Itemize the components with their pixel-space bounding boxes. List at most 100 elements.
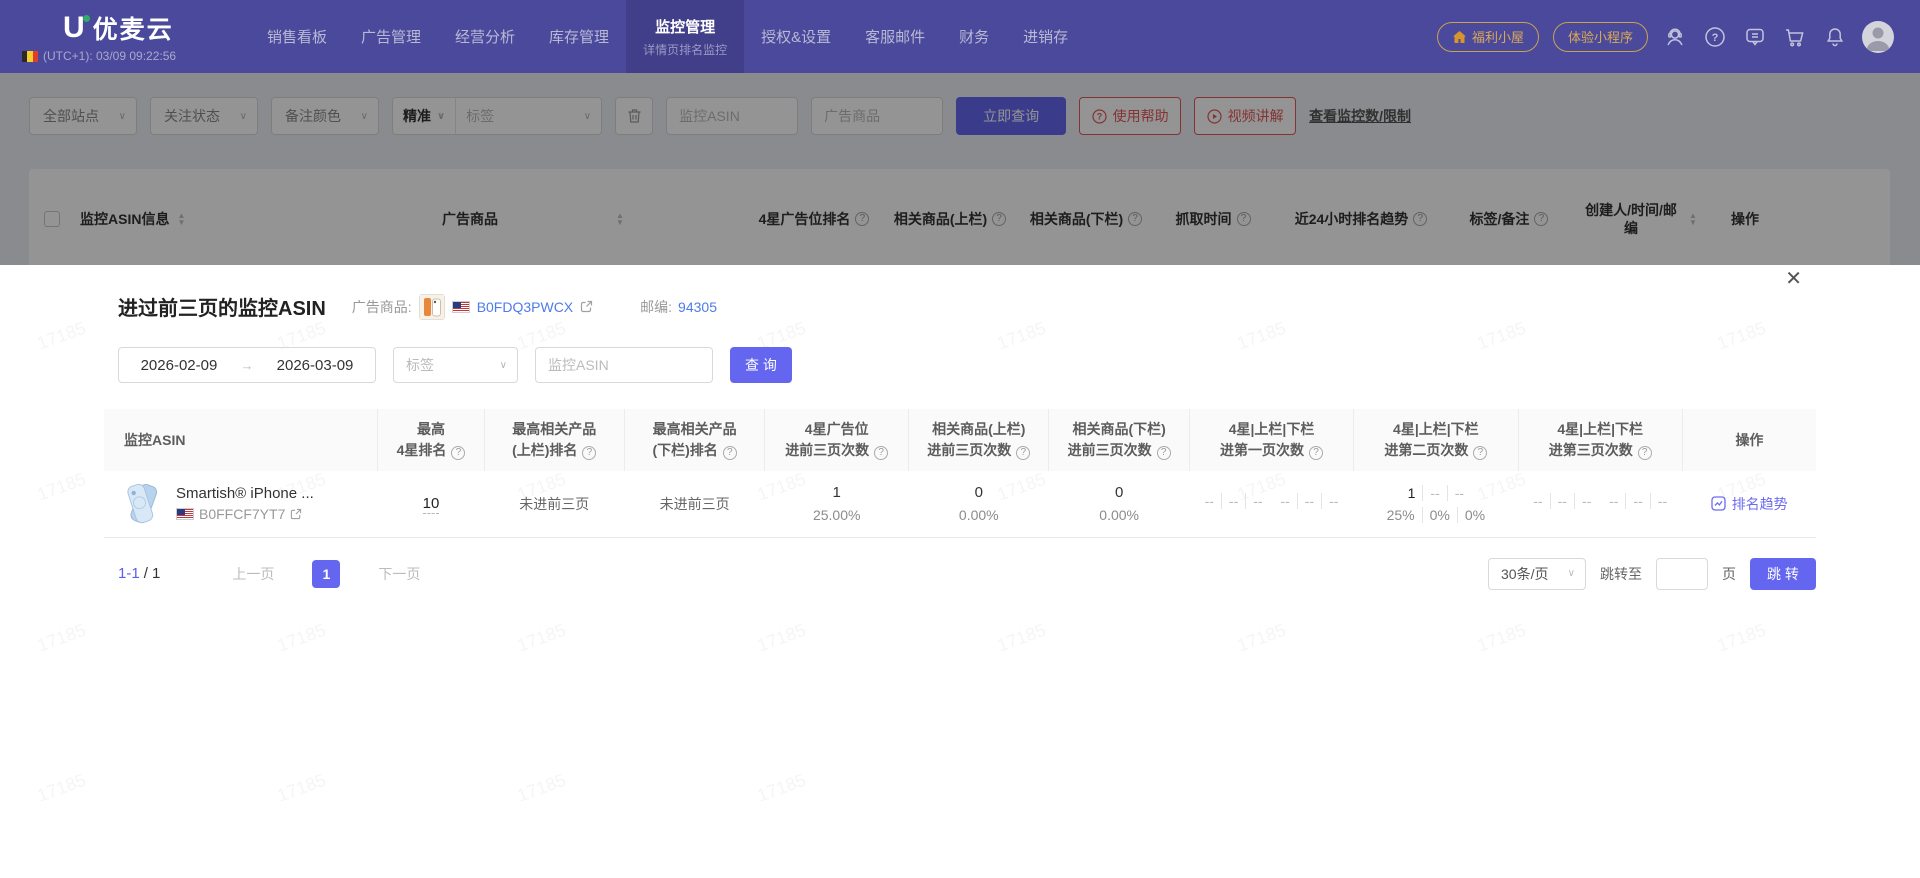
nav-right-tools: 福利小屋 体验小程序 ?	[1436, 0, 1920, 73]
col-lower-top3-count: 相关商品(下栏) 进前三页次数?	[1048, 409, 1190, 471]
nav-item-monitoring-subtitle: 详情页排名监控	[643, 42, 728, 57]
user-avatar[interactable]	[1862, 20, 1894, 53]
prev-page-button[interactable]: 上一页	[232, 564, 274, 584]
nav-item-monitoring[interactable]: 监控管理 详情页排名监控	[626, 0, 745, 73]
modal-title: 进过前三页的监控ASIN	[118, 298, 326, 320]
monitor-asin-modal: 17185 17185 17185 17185 17185 17185 17185 17185…	[0, 265, 1920, 878]
best-lower-rank-value: 未进前三页	[624, 471, 765, 538]
us-flag-icon	[176, 508, 194, 521]
nav-item-customer-email[interactable]: 客服邮件	[848, 0, 942, 73]
modal-query-button[interactable]: 查 询	[730, 347, 792, 383]
col-upper-top3-count: 相关商品(上栏) 进前三页次数?	[908, 409, 1049, 471]
help-icon[interactable]: ?	[582, 445, 597, 460]
modal-table-header: 监控ASIN 最高 4星排名? 最高相关产品 (上栏)排名? 最高相关产品 (下栏)排…	[104, 409, 1816, 471]
best-star4-rank-value[interactable]: 10	[422, 495, 440, 515]
trend-chart-icon	[1711, 496, 1726, 511]
table-row: Smartish® iPhone ... B0FFCF7YT7 10 未进前三页	[104, 471, 1816, 538]
page-content: 全部站点 ∨ 关注状态 ∨ 备注颜色 ∨ 精准 ∨ 标签 ∨ 监控ASIN 广告商品 立即…	[0, 73, 1920, 878]
chevron-down-icon: ∨	[1567, 568, 1575, 579]
col-operation: 操作	[1681, 409, 1816, 471]
nav-item-sales-dashboard[interactable]: 销售看板	[250, 0, 344, 73]
pagination-right: 30条/页 ∨ 跳转至 页 跳 转	[1488, 557, 1816, 590]
main-menu: 销售看板 广告管理 经营分析 库存管理 监控管理 详情页排名监控 授权&设置 客…	[250, 0, 1085, 73]
lower-top3-cell: 0 0.00%	[1048, 471, 1190, 538]
miniapp-button[interactable]: 体验小程序	[1552, 21, 1648, 52]
col-monitor-asin: 监控ASIN	[104, 409, 378, 471]
jump-to-label: 跳转至	[1600, 565, 1642, 582]
pagination-range: 1-1/ 1	[118, 565, 161, 582]
modal-asin-input[interactable]: 监控ASIN	[535, 347, 713, 383]
nav-item-ad-management[interactable]: 广告管理	[344, 0, 438, 73]
page2-count-cell: 1 -- -- 25% 0% 0%	[1353, 471, 1519, 538]
notification-bell-icon[interactable]	[1822, 24, 1848, 50]
house-icon	[1452, 30, 1466, 43]
page3-count-cell: -- -- -- -- -- --	[1518, 471, 1683, 538]
best-upper-rank-value: 未进前三页	[484, 471, 625, 538]
product-title[interactable]: Smartish® iPhone ...	[176, 485, 314, 502]
external-link-icon[interactable]	[290, 508, 302, 520]
product-cell: Smartish® iPhone ... B0FFCF7YT7	[118, 480, 378, 528]
close-icon[interactable]: ✕	[1785, 269, 1802, 289]
product-asin[interactable]: B0FFCF7YT7	[199, 506, 285, 522]
zip-group: 邮编: 94305	[640, 297, 717, 317]
nav-item-finance[interactable]: 财务	[942, 0, 1006, 73]
welfare-house-button[interactable]: 福利小屋	[1436, 21, 1539, 52]
monitor-asin-table: 监控ASIN 最高 4星排名? 最高相关产品 (上栏)排名? 最高相关产品 (下栏)排…	[104, 409, 1816, 538]
external-link-icon[interactable]	[580, 300, 593, 313]
zip-label: 邮编:	[640, 298, 673, 315]
date-range-picker[interactable]: 2026-02-09 → 2026-03-09	[118, 347, 376, 383]
help-question-icon[interactable]: ?	[1702, 24, 1728, 50]
page1-count-cell: -- -- -- -- -- --	[1189, 471, 1354, 538]
nav-item-purchase-sale-stock[interactable]: 进销存	[1006, 0, 1085, 73]
rank-trend-link[interactable]: 排名趋势	[1711, 494, 1788, 514]
help-icon[interactable]: ?	[1156, 445, 1171, 460]
nav-item-business-analysis[interactable]: 经营分析	[438, 0, 532, 73]
page-number-1[interactable]: 1	[312, 559, 341, 588]
nav-item-authorization-settings[interactable]: 授权&设置	[744, 0, 848, 73]
help-icon[interactable]: ?	[874, 445, 889, 460]
col-best-upper-rank: 最高相关产品 (上栏)排名?	[483, 409, 625, 471]
help-icon[interactable]: ?	[451, 445, 466, 460]
ad-product-info: 广告商品: B0FDQ3PWCX 邮编: 94305	[351, 293, 717, 320]
pagination: 1-1/ 1 上一页 1 下一页 30条/页 ∨ 跳转至 页 跳 转	[104, 557, 1816, 590]
belgium-flag-icon	[22, 50, 38, 62]
star4-top3-cell: 1 25.00%	[764, 471, 909, 538]
next-page-button[interactable]: 下一页	[378, 564, 420, 584]
help-icon[interactable]: ?	[722, 445, 737, 460]
upper-top3-cell: 0 0.00%	[908, 471, 1049, 538]
modal-header: 进过前三页的监控ASIN 广告商品: B0FDQ3PWCX 邮编: 94305 …	[0, 265, 1920, 321]
support-headset-icon[interactable]	[1662, 24, 1688, 50]
col-star4-top3-count: 4星广告位 进前三页次数?	[764, 409, 909, 471]
product-asin-row: B0FFCF7YT7	[176, 506, 314, 522]
ad-product-label: 广告商品:	[351, 298, 412, 315]
feedback-message-icon[interactable]	[1742, 24, 1768, 50]
date-to[interactable]: 2026-03-09	[277, 357, 354, 374]
modal-filter-bar: 2026-02-09 → 2026-03-09 标签 ∨ 监控ASIN 查 询	[118, 347, 1920, 383]
modal-tag-select[interactable]: 标签 ∨	[393, 347, 518, 383]
col-page1-count: 4星|上栏|下栏 进第一页次数?	[1188, 409, 1354, 471]
brand-logo-icon: U	[63, 13, 90, 43]
brand-block: U 优麦云 (UTC+1): 03/09 09:22:56	[0, 0, 250, 73]
arrow-right-icon: →	[240, 357, 254, 373]
col-best-star4-rank: 最高 4星排名?	[377, 409, 485, 471]
help-icon[interactable]: ?	[1016, 445, 1031, 460]
nav-item-inventory[interactable]: 库存管理	[532, 0, 626, 73]
help-icon[interactable]: ?	[1309, 445, 1324, 460]
top-nav: U 优麦云 (UTC+1): 03/09 09:22:56 销售看板 广告管理 …	[0, 0, 1920, 73]
col-best-lower-rank: 最高相关产品 (下栏)排名?	[623, 409, 765, 471]
cart-icon[interactable]	[1782, 24, 1808, 50]
help-icon[interactable]: ?	[1473, 445, 1488, 460]
date-from[interactable]: 2026-02-09	[141, 357, 218, 374]
ad-product-asin-link[interactable]: B0FDQ3PWCX	[477, 299, 573, 315]
jump-button[interactable]: 跳 转	[1750, 557, 1816, 590]
brand-name: 优麦云	[92, 16, 174, 44]
help-icon[interactable]: ?	[1637, 445, 1652, 460]
page-size-select[interactable]: 30条/页 ∨	[1488, 557, 1586, 590]
timezone-clock: (UTC+1): 03/09 09:22:56	[43, 49, 177, 63]
zip-value: 94305	[678, 298, 717, 315]
svg-text:?: ?	[1712, 32, 1719, 44]
col-page3-count: 4星|上栏|下栏 进第三页次数?	[1517, 409, 1683, 471]
chevron-down-icon: ∨	[499, 359, 507, 371]
jump-page-input[interactable]	[1656, 557, 1708, 590]
product-thumbnail	[418, 293, 445, 320]
